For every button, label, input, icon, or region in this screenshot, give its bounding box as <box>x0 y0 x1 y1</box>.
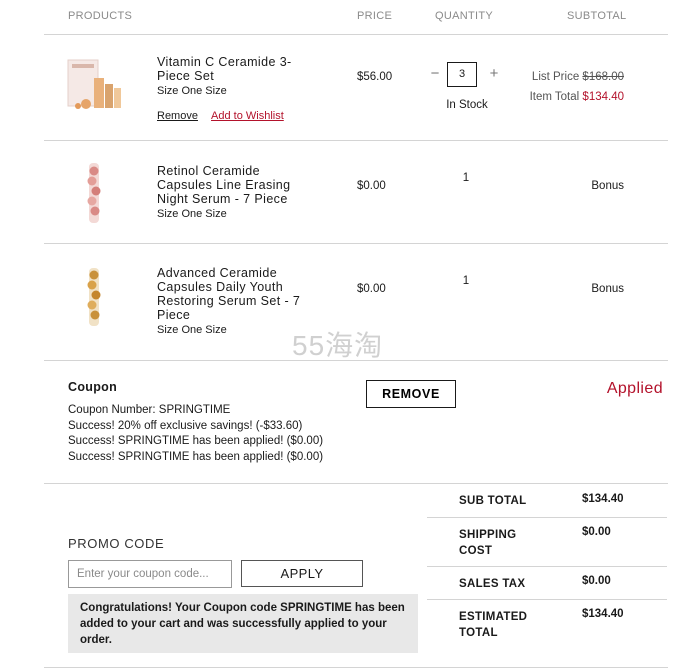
item-price: $56.00 <box>357 71 393 83</box>
header-subtotal: SUBTOTAL <box>567 10 627 22</box>
list-price-line: List Price $168.00 <box>531 71 624 83</box>
coupon-confirmation-message: Congratulations! Your Coupon code SPRING… <box>68 594 418 653</box>
product-name[interactable]: Retinol Ceramide Capsules Line Erasing N… <box>157 164 317 221</box>
item-subtotal: Bonus <box>591 283 624 295</box>
shipping-cost-label: SHIPPING COST <box>459 529 517 557</box>
increase-quantity-button[interactable]: + <box>487 66 501 82</box>
product-image-retinol-capsules[interactable] <box>64 161 124 225</box>
remove-coupon-button[interactable]: REMOVE <box>366 380 456 408</box>
totals-divider <box>427 517 667 518</box>
item-total: $134.40 <box>582 91 624 103</box>
subtotal-label: SUB TOTAL <box>459 495 527 507</box>
coupon-code-input[interactable] <box>68 560 232 588</box>
coupon-number: Coupon Number: SPRINGTIME <box>68 404 231 416</box>
sales-tax-label: SALES TAX <box>459 578 526 590</box>
sales-tax-value: $0.00 <box>582 575 611 587</box>
item-price: $0.00 <box>357 283 386 295</box>
subtotal-value: $134.40 <box>582 493 624 505</box>
cart-row-retinol: Retinol Ceramide Capsules Line Erasing N… <box>44 141 668 244</box>
estimated-total-value: $134.40 <box>582 608 624 620</box>
header-products: PRODUCTS <box>68 10 133 22</box>
cart-row-vitamin-c: Vitamin C Ceramide 3-Piece Set Size One … <box>44 35 668 141</box>
quantity-input[interactable]: 3 <box>447 62 477 87</box>
totals-divider <box>427 599 667 600</box>
item-quantity: 1 <box>462 275 470 287</box>
item-total-line: Item Total $134.40 <box>529 91 624 103</box>
product-size: Size One Size <box>157 208 227 220</box>
item-price: $0.00 <box>357 180 386 192</box>
remove-link[interactable]: Remove <box>157 110 198 122</box>
item-subtotal: Bonus <box>591 180 624 192</box>
header-quantity: QUANTITY <box>435 10 494 22</box>
shipping-cost-value: $0.00 <box>582 526 611 538</box>
list-price: $168.00 <box>582 71 624 83</box>
stock-status: In Stock <box>446 99 488 111</box>
watermark: 55海淘 <box>292 330 384 361</box>
promo-code-label: PROMO CODE <box>68 536 165 551</box>
coupon-title: Coupon <box>68 380 118 394</box>
coupon-details: Coupon Number: SPRINGTIME Success! 20% o… <box>68 403 323 465</box>
product-image-advanced-ceramide-capsules[interactable] <box>64 266 124 330</box>
apply-coupon-button[interactable]: APPLY <box>241 560 363 587</box>
product-size: Size One Size <box>157 85 227 97</box>
coupon-applied-status: Applied <box>606 380 663 397</box>
decrease-quantity-button[interactable]: − <box>428 66 442 82</box>
product-image-vitamin-c-set[interactable] <box>64 54 124 118</box>
add-to-wishlist-link[interactable]: Add to Wishlist <box>211 110 284 122</box>
footer-divider <box>44 667 668 668</box>
totals-divider <box>427 566 667 567</box>
section-divider <box>44 483 668 484</box>
item-quantity: 1 <box>462 172 470 184</box>
header-price: PRICE <box>357 10 393 22</box>
quantity-stepper: − 3 + <box>428 62 508 88</box>
coupon-success-message: Success! SPRINGTIME has been applied! ($… <box>68 435 324 447</box>
coupon-success-message: Success! 20% off exclusive savings! (-$3… <box>68 419 303 432</box>
product-name[interactable]: Vitamin C Ceramide 3-Piece Set Size One … <box>157 55 317 98</box>
item-actions: Remove Add to Wishlist <box>157 110 284 122</box>
coupon-success-message: Success! SPRINGTIME has been applied! ($… <box>68 450 324 463</box>
estimated-total-label: ESTIMATED TOTAL <box>459 611 528 639</box>
